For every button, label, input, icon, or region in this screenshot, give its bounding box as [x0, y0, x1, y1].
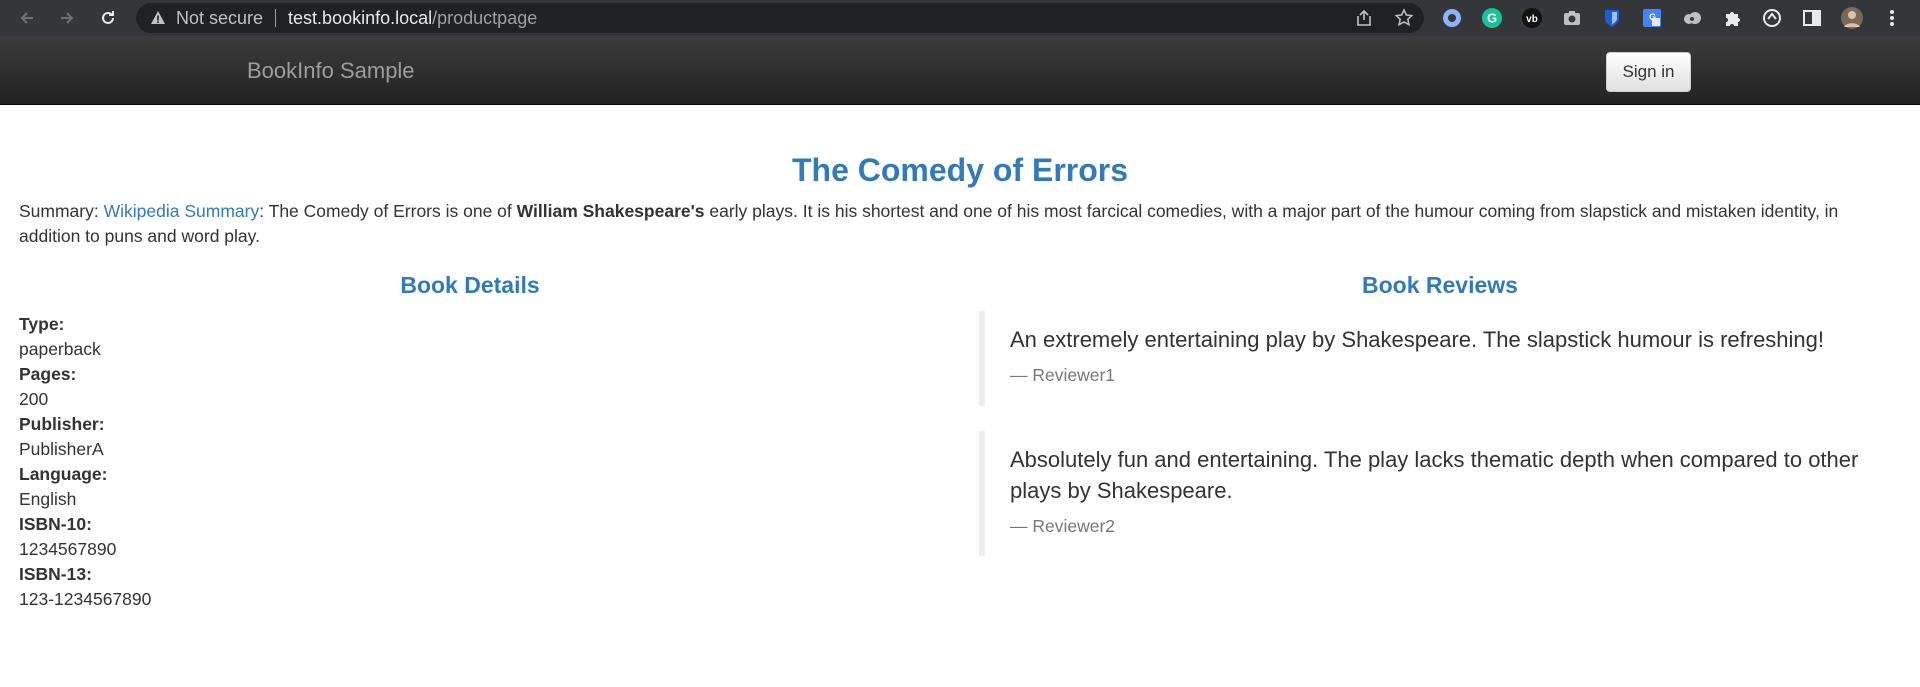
detail-label-publisher: Publisher: — [19, 414, 105, 434]
review-item: Absolutely fun and entertaining. The pla… — [979, 431, 1879, 556]
review-author: — Reviewer2 — [1010, 516, 1116, 536]
svg-text:vb: vb — [1526, 14, 1538, 25]
detail-label-pages: Pages: — [19, 364, 77, 384]
detail-label-isbn10: ISBN-10: — [19, 514, 92, 534]
detail-label-isbn13: ISBN-13: — [19, 564, 92, 584]
book-details-heading: Book Details — [400, 272, 540, 298]
review-author: — Reviewer1 — [1010, 365, 1116, 385]
privacy-badger-icon[interactable] — [1440, 6, 1464, 30]
brand-title[interactable]: BookInfo Sample — [247, 58, 415, 84]
back-arrow-icon[interactable] — [13, 4, 41, 32]
product-summary: Summary: Wikipedia Summary: The Comedy o… — [19, 199, 1899, 249]
review-text: Absolutely fun and entertaining. The pla… — [1010, 447, 1859, 503]
not-secure-label[interactable]: Not secure — [176, 8, 263, 29]
detail-label-language: Language: — [19, 464, 108, 484]
share-icon[interactable] — [1354, 8, 1374, 28]
bitwarden-icon[interactable] — [1600, 6, 1624, 30]
page-title: The Comedy of Errors — [791, 152, 1129, 188]
more-menu-icon[interactable] — [1880, 6, 1904, 30]
review-text: An extremely entertaining play by Shakes… — [1010, 327, 1825, 352]
puzzle-extensions-icon[interactable] — [1720, 6, 1744, 30]
detail-value-pages: 200 — [19, 389, 49, 409]
detail-value-publisher: PublisherA — [19, 439, 104, 459]
detail-value-isbn10: 1234567890 — [19, 539, 117, 559]
site-navbar: BookInfo Sample Sign in — [0, 36, 1920, 105]
review-item: An extremely entertaining play by Shakes… — [979, 311, 1879, 406]
wikipedia-summary-link[interactable]: Wikipedia Summary — [104, 201, 260, 221]
summary-text-1: : The Comedy of Errors is one of — [259, 201, 517, 221]
book-details-list: Type: paperback Pages: 200 Publisher: Pu… — [19, 312, 151, 612]
camera-icon[interactable] — [1560, 6, 1584, 30]
book-reviews-heading: Book Reviews — [1362, 272, 1518, 298]
grammarly-icon[interactable]: G — [1480, 6, 1504, 30]
url-path[interactable]: /productpage — [432, 8, 537, 29]
warning-icon[interactable] — [150, 10, 166, 26]
address-bar[interactable]: Not secure test.bookinfo.local /productp… — [136, 3, 1424, 33]
detail-value-language: English — [19, 489, 77, 509]
reload-icon[interactable] — [94, 4, 122, 32]
summary-prefix: Summary: — [19, 201, 104, 221]
browser-toolbar: Not secure test.bookinfo.local /productp… — [0, 0, 1920, 36]
bookmark-star-icon[interactable] — [1394, 8, 1414, 28]
cloud-extension-icon[interactable] — [1680, 6, 1704, 30]
sign-in-button[interactable]: Sign in — [1606, 52, 1691, 92]
google-translate-icon[interactable]: G — [1640, 6, 1664, 30]
profile-avatar[interactable] — [1840, 6, 1864, 30]
summary-author: William Shakespeare's — [516, 201, 705, 221]
detail-value-type: paperback — [19, 339, 101, 359]
forward-arrow-icon[interactable] — [53, 4, 81, 32]
url-host[interactable]: test.bookinfo.local — [288, 8, 432, 29]
side-panel-icon[interactable] — [1800, 6, 1824, 30]
detail-value-isbn13: 123-1234567890 — [19, 589, 152, 609]
vidiq-icon[interactable]: vb — [1520, 6, 1544, 30]
detail-label-type: Type: — [19, 314, 65, 334]
sync-icon[interactable] — [1760, 6, 1784, 30]
svg-text:G: G — [1487, 11, 1497, 26]
divider — [275, 9, 277, 27]
